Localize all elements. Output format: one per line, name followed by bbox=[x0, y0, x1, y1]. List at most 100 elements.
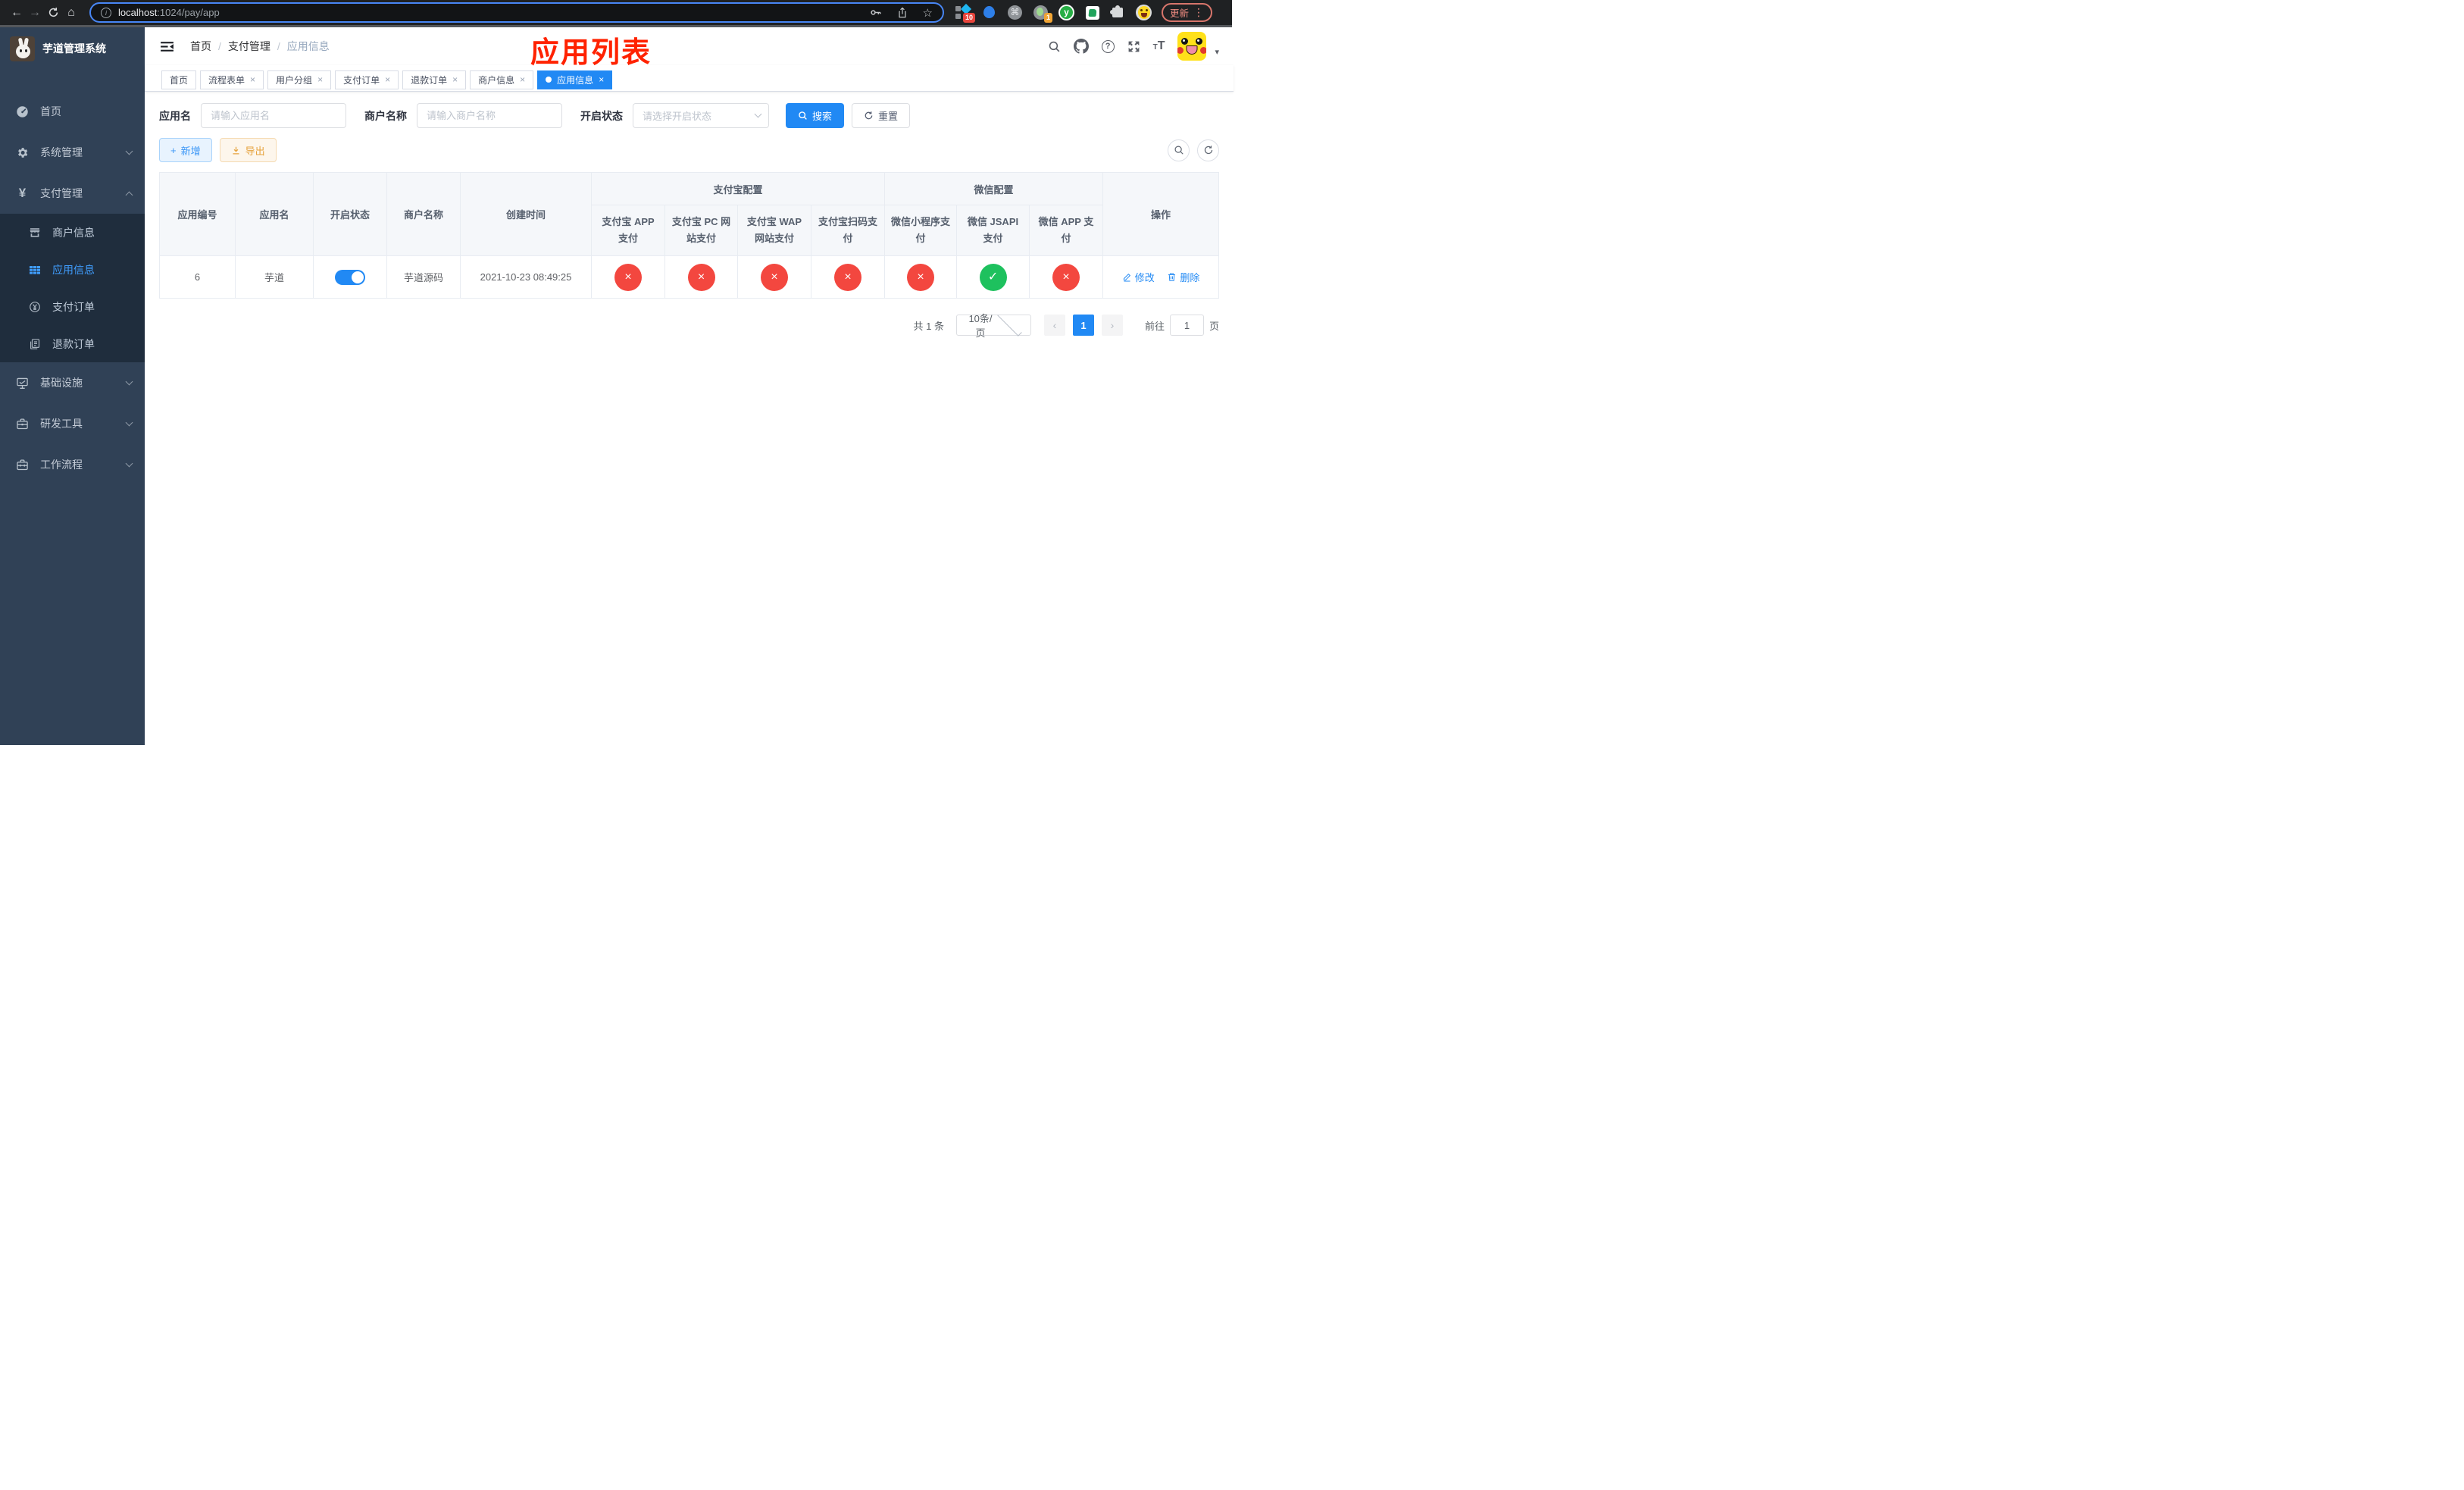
tab-close-icon[interactable]: × bbox=[385, 74, 390, 85]
cell-wx-jsapi: ✓ bbox=[956, 255, 1030, 299]
cell-status bbox=[313, 255, 387, 299]
reload-icon[interactable] bbox=[44, 4, 62, 22]
sidebar-item-home[interactable]: 首页 bbox=[0, 91, 145, 132]
url-path: :1024/pay/app bbox=[157, 7, 220, 18]
storefront-icon bbox=[29, 227, 41, 239]
sidebar-item-dev-tools[interactable]: 研发工具 bbox=[0, 403, 145, 444]
tab-home[interactable]: 首页 bbox=[161, 70, 197, 89]
tab-pay-orders[interactable]: 支付订单 × bbox=[335, 70, 399, 89]
url-host: localhost bbox=[118, 7, 158, 18]
col-wx-jsapi: 微信 JSAPI 支付 bbox=[956, 205, 1030, 256]
help-icon[interactable]: ? bbox=[1101, 39, 1115, 53]
tab-process-form[interactable]: 流程表单 × bbox=[200, 70, 264, 89]
export-button[interactable]: 导出 bbox=[219, 138, 277, 162]
chevron-down-icon bbox=[754, 110, 762, 118]
browser-update-button[interactable]: 更新 ⋮ bbox=[1162, 3, 1213, 22]
back-icon[interactable]: ← bbox=[8, 4, 26, 22]
next-page-button[interactable]: › bbox=[1101, 315, 1123, 336]
status-disabled-icon: × bbox=[614, 263, 642, 291]
sidebar-item-merchant-info[interactable]: 商户信息 bbox=[0, 214, 145, 251]
delete-button[interactable]: 删除 bbox=[1167, 270, 1199, 284]
app-table: 应用编号 应用名 开启状态 商户名称 创建时间 支付宝配置 微信配置 操作 支付… bbox=[159, 172, 1220, 299]
user-avatar[interactable] bbox=[1177, 32, 1207, 61]
extension-icon-6[interactable] bbox=[1084, 4, 1101, 22]
home-icon[interactable]: ⌂ bbox=[62, 4, 80, 22]
font-size-icon[interactable]: TT bbox=[1153, 39, 1165, 53]
page-1-button[interactable]: 1 bbox=[1072, 315, 1094, 336]
edit-button[interactable]: 修改 bbox=[1122, 270, 1155, 284]
goto-page-input[interactable] bbox=[1170, 315, 1204, 336]
cell-alipay-wap: × bbox=[737, 255, 811, 299]
tab-close-icon[interactable]: × bbox=[317, 74, 323, 85]
prev-page-button[interactable]: ‹ bbox=[1043, 315, 1065, 336]
tab-close-icon[interactable]: × bbox=[250, 74, 255, 85]
refresh-button[interactable] bbox=[1197, 139, 1220, 161]
reset-button[interactable]: 重置 bbox=[852, 103, 911, 128]
tab-user-group[interactable]: 用户分组 × bbox=[267, 70, 332, 89]
site-info-icon[interactable]: i bbox=[101, 7, 111, 18]
extension-icon-4[interactable]: 1 bbox=[1033, 4, 1052, 23]
merchant-name-input[interactable] bbox=[417, 103, 562, 128]
document-icon bbox=[29, 338, 41, 350]
toggle-search-button[interactable] bbox=[1168, 139, 1190, 161]
col-app-name: 应用名 bbox=[235, 172, 314, 256]
breadcrumb-payment[interactable]: 支付管理 bbox=[228, 39, 270, 54]
fullscreen-icon[interactable] bbox=[1127, 40, 1140, 53]
cell-merchant: 芋道源码 bbox=[386, 255, 461, 299]
sidebar-item-refund-orders[interactable]: 退款订单 bbox=[0, 325, 145, 362]
tab-close-icon[interactable]: × bbox=[452, 74, 458, 85]
extensions-puzzle-icon[interactable] bbox=[1110, 4, 1127, 22]
search-button[interactable]: 搜索 bbox=[786, 103, 845, 128]
add-button[interactable]: + 新增 bbox=[159, 138, 212, 162]
cell-alipay-qr: × bbox=[810, 255, 886, 299]
browser-menu-icon[interactable]: ⋮ bbox=[1193, 6, 1204, 19]
address-bar[interactable]: i localhost:1024/pay/app ☆ bbox=[89, 2, 944, 23]
tab-merchant-info[interactable]: 商户信息 × bbox=[470, 70, 534, 89]
col-alipay-qr: 支付宝扫码支付 bbox=[810, 205, 886, 256]
password-key-icon[interactable] bbox=[869, 6, 882, 19]
sidebar-item-payment[interactable]: ¥ 支付管理 bbox=[0, 173, 145, 214]
sidebar-item-system[interactable]: 系统管理 bbox=[0, 132, 145, 173]
sidebar-item-pay-orders[interactable]: 支付订单 bbox=[0, 288, 145, 325]
logo-avatar bbox=[10, 36, 35, 61]
active-tab-dot bbox=[546, 77, 552, 83]
breadcrumb-home[interactable]: 首页 bbox=[190, 39, 211, 54]
col-alipay-wap: 支付宝 WAP 网站支付 bbox=[737, 205, 811, 256]
extensions-row: 10 ⌘ 1 y bbox=[955, 3, 1152, 23]
sidebar-fold-icon[interactable] bbox=[159, 39, 175, 55]
header-search-icon[interactable] bbox=[1048, 40, 1061, 53]
col-merchant: 商户名称 bbox=[386, 172, 461, 256]
extension-icon-2[interactable] bbox=[981, 4, 998, 22]
profile-avatar-icon[interactable] bbox=[1136, 4, 1152, 22]
extension-icon-3[interactable]: ⌘ bbox=[1007, 4, 1024, 22]
tab-refund-orders[interactable]: 退款订单 × bbox=[402, 70, 467, 89]
forward-icon[interactable]: → bbox=[26, 4, 44, 22]
extension-icon-5[interactable]: y bbox=[1058, 4, 1075, 22]
tab-close-icon[interactable]: × bbox=[599, 74, 604, 85]
sidebar-item-infrastructure[interactable]: 基础设施 bbox=[0, 362, 145, 403]
enabled-toggle[interactable] bbox=[335, 269, 365, 285]
app-header: 首页 / 支付管理 / 应用信息 ? T T ▾ bbox=[145, 27, 1234, 65]
bookmark-star-icon[interactable]: ☆ bbox=[923, 6, 933, 20]
status-select[interactable]: 请选择开启状态 bbox=[633, 103, 769, 128]
sidebar-item-app-info[interactable]: 应用信息 bbox=[0, 251, 145, 288]
chevron-up-icon bbox=[125, 191, 133, 199]
cell-wx-mini: × bbox=[884, 255, 958, 299]
github-icon[interactable] bbox=[1073, 39, 1089, 54]
chevron-down-icon bbox=[125, 459, 133, 468]
tab-close-icon[interactable]: × bbox=[520, 74, 525, 85]
share-icon[interactable] bbox=[896, 7, 908, 19]
status-label: 开启状态 bbox=[580, 109, 623, 122]
filter-form: 应用名 商户名称 开启状态 请选择开启状态 搜索 bbox=[159, 103, 1219, 128]
user-menu-caret-icon[interactable]: ▾ bbox=[1215, 47, 1219, 57]
col-status: 开启状态 bbox=[313, 172, 387, 256]
cell-app-id: 6 bbox=[159, 255, 236, 299]
extension-icon-1[interactable]: 10 bbox=[955, 3, 975, 23]
goto-label: 前往 bbox=[1144, 320, 1165, 332]
sidebar-item-workflow[interactable]: 工作流程 bbox=[0, 444, 145, 485]
cell-wx-app: × bbox=[1029, 255, 1104, 299]
tab-app-info[interactable]: 应用信息 × bbox=[537, 70, 613, 89]
page-size-select[interactable]: 10条/页 bbox=[955, 311, 1031, 339]
status-disabled-icon: × bbox=[907, 263, 935, 291]
app-name-input[interactable] bbox=[201, 103, 346, 128]
